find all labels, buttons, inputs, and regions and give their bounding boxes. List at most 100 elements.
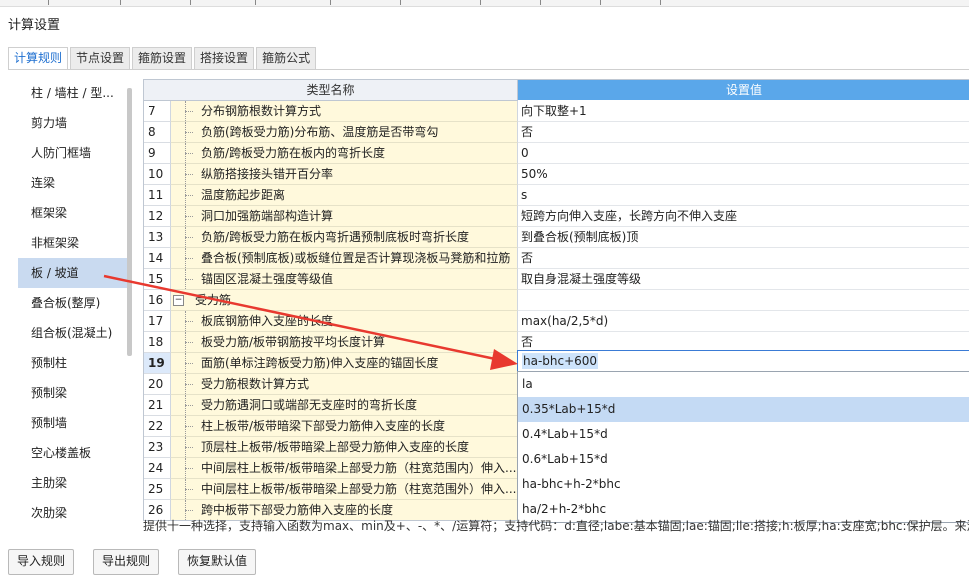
table-row[interactable]: 11 温度筋起步距离 s	[144, 185, 969, 206]
tab-node-settings[interactable]: 节点设置	[70, 47, 131, 69]
row-setting-value[interactable]: 取自身混凝土强度等级	[518, 269, 969, 290]
tree-connector	[179, 248, 193, 268]
row-setting-value[interactable]: 到叠合板(预制底板)顶	[518, 227, 969, 248]
row-type-name: 负筋/跨板受力筋在板内弯折遇预制底板时弯折长度	[171, 227, 518, 248]
value-edit-field[interactable]: ha-bhc+600	[517, 350, 969, 373]
sidebar-item-precast-column[interactable]: 预制柱	[18, 348, 128, 378]
component-list: 柱 / 墙柱 / 型... 剪力墙 人防门框墙 连梁 框架梁 非框架梁 板 / …	[18, 78, 128, 528]
row-label: 板底钢筋伸入支座的长度	[201, 314, 334, 328]
sidebar-item-precast-beam[interactable]: 预制梁	[18, 378, 128, 408]
row-label: 柱上板带/板带暗梁下部受力筋伸入支座的长度	[201, 419, 446, 433]
tree-connector	[179, 353, 193, 373]
import-rules-button[interactable]: 导入规则	[8, 549, 75, 575]
sidebar-item-composite-slab-concrete[interactable]: 组合板(混凝土)	[18, 318, 128, 348]
tree-connector	[179, 458, 193, 478]
sidebar-item-frame-beam[interactable]: 框架梁	[18, 198, 128, 228]
tab-calc-rules[interactable]: 计算规则	[8, 47, 69, 70]
row-type-name: 板受力筋/板带钢筋按平均长度计算	[171, 332, 518, 353]
toolbar-fragment	[255, 0, 256, 5]
header-type-name[interactable]: 类型名称	[144, 80, 518, 101]
row-type-name: 受力筋遇洞口或端部无支座时的弯折长度	[171, 395, 518, 416]
edit-selected-text[interactable]: ha-bhc+600	[522, 353, 599, 369]
dropdown-option[interactable]: 0.4*Lab+15*d	[518, 422, 969, 447]
toolbar-fragment	[48, 0, 49, 5]
row-number: 21	[144, 395, 171, 416]
sidebar-item-column[interactable]: 柱 / 墙柱 / 型...	[18, 78, 128, 108]
toolbar-fragment	[660, 0, 661, 5]
table-row[interactable]: 10 纵筋搭接接头错开百分率 50%	[144, 164, 969, 185]
row-setting-value[interactable]	[518, 290, 969, 311]
toolbar-fragment	[330, 0, 331, 5]
row-number: 8	[144, 122, 171, 143]
toolbar-fragment	[480, 0, 481, 5]
table-row[interactable]: 9 负筋/跨板受力筋在板内的弯折长度 0	[144, 143, 969, 164]
table-row[interactable]: 14 叠合板(预制底板)或板缝位置是否计算现浇板马凳筋和拉筋否	[144, 248, 969, 269]
row-number: 10	[144, 164, 171, 185]
row-setting-value[interactable]: 0	[518, 143, 969, 164]
row-setting-value[interactable]: 否	[518, 122, 969, 143]
table-row[interactable]: 8 负筋(跨板受力筋)分布筋、温度筋是否带弯勾 否	[144, 122, 969, 143]
row-number: 25	[144, 479, 171, 500]
row-number: 12	[144, 206, 171, 227]
sidebar-item-slab-ramp[interactable]: 板 / 坡道	[18, 258, 128, 288]
row-type-name: 中间层柱上板带/板带暗梁上部受力筋（柱宽范围内）伸入...	[171, 458, 518, 479]
sidebar-item-non-frame-beam[interactable]: 非框架梁	[18, 228, 128, 258]
row-setting-value[interactable]: 向下取整+1	[518, 101, 969, 122]
table-row[interactable]: 13 负筋/跨板受力筋在板内弯折遇预制底板时弯折长度 到叠合板(预制底板)顶	[144, 227, 969, 248]
row-type-name: 分布钢筋根数计算方式	[171, 101, 518, 122]
tree-connector	[179, 122, 193, 142]
sidebar-item-civil-defense-door-wall[interactable]: 人防门框墙	[18, 138, 128, 168]
dropdown-option[interactable]: ha-bhc+h-2*bhc	[518, 472, 969, 497]
row-type-name: 负筋/跨板受力筋在板内的弯折长度	[171, 143, 518, 164]
row-number: 17	[144, 311, 171, 332]
row-label: 纵筋搭接接头错开百分率	[201, 167, 334, 181]
row-number: 15	[144, 269, 171, 290]
sidebar-item-coupling-beam[interactable]: 连梁	[18, 168, 128, 198]
tree-connector	[179, 437, 193, 457]
tab-lap-settings[interactable]: 搭接设置	[194, 47, 255, 69]
sidebar-item-precast-wall[interactable]: 预制墙	[18, 408, 128, 438]
tree-connector	[179, 206, 193, 226]
tab-stirrup-formula[interactable]: 箍筋公式	[256, 47, 317, 69]
sidebar-item-composite-slab-full[interactable]: 叠合板(整厚)	[18, 288, 128, 318]
tree-connector	[179, 101, 193, 121]
tree-connector	[179, 164, 193, 184]
row-label: 负筋/跨板受力筋在板内弯折遇预制底板时弯折长度	[201, 230, 470, 244]
table-row[interactable]: 15 锚固区混凝土强度等级值 取自身混凝土强度等级	[144, 269, 969, 290]
row-number: 16	[144, 290, 171, 311]
row-setting-value[interactable]: s	[518, 185, 969, 206]
row-number: 20	[144, 374, 171, 395]
export-rules-button[interactable]: 导出规则	[93, 549, 160, 575]
header-setting-value[interactable]: 设置值	[518, 80, 969, 100]
table-row[interactable]: 7 分布钢筋根数计算方式 向下取整+1	[144, 101, 969, 122]
grid-group-row[interactable]: 16− 受力筋	[144, 290, 969, 311]
dropdown-option[interactable]: 0.35*Lab+15*d	[518, 397, 969, 422]
row-setting-value[interactable]: 50%	[518, 164, 969, 185]
tree-connector	[179, 332, 193, 352]
table-row[interactable]: 12 洞口加强筋端部构造计算 短跨方向伸入支座，长跨方向不伸入支座	[144, 206, 969, 227]
row-number: 23	[144, 437, 171, 458]
tree-connector	[179, 185, 193, 205]
dropdown-option[interactable]: la	[518, 372, 969, 397]
sidebar-item-secondary-rib-beam[interactable]: 次肋梁	[18, 498, 128, 528]
table-row[interactable]: 17 板底钢筋伸入支座的长度 max(ha/2,5*d)	[144, 311, 969, 332]
restore-defaults-button[interactable]: 恢复默认值	[178, 549, 257, 575]
sidebar-scrollbar[interactable]	[127, 88, 132, 356]
row-setting-value[interactable]: 否	[518, 248, 969, 269]
sidebar-item-shear-wall[interactable]: 剪力墙	[18, 108, 128, 138]
tab-stirrup-settings[interactable]: 箍筋设置	[132, 47, 193, 69]
sidebar-item-hollow-floor[interactable]: 空心楼盖板	[18, 438, 128, 468]
collapse-icon[interactable]: −	[173, 295, 184, 306]
toolbar-fragment	[190, 0, 191, 5]
dropdown-option[interactable]: 0.6*Lab+15*d	[518, 447, 969, 472]
row-type-name: 受力筋根数计算方式	[171, 374, 518, 395]
hint-text: 提供十一种选择，支持输入函数为max、min及+、-、*、/运算符；支持代码：d…	[143, 519, 969, 533]
row-type-name: 柱上板带/板带暗梁下部受力筋伸入支座的长度	[171, 416, 518, 437]
row-setting-value[interactable]: max(ha/2,5*d)	[518, 311, 969, 332]
row-setting-value[interactable]: 短跨方向伸入支座，长跨方向不伸入支座	[518, 206, 969, 227]
sidebar-item-main-rib-beam[interactable]: 主肋梁	[18, 468, 128, 498]
tree-connector	[179, 143, 193, 163]
row-type-name: 面筋(单标注跨板受力筋)伸入支座的锚固长度	[171, 353, 518, 374]
tree-connector	[179, 395, 193, 415]
toolbar-fragment	[400, 0, 401, 5]
